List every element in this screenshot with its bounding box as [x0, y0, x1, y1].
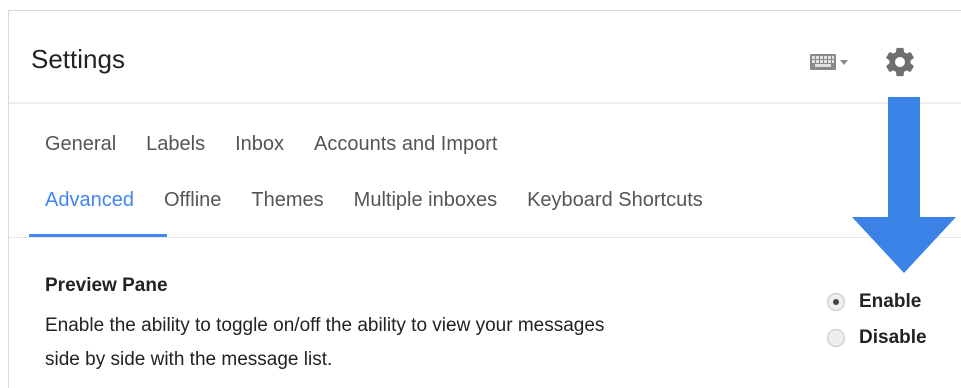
input-tools-button[interactable]	[809, 49, 849, 75]
caret-down-icon	[840, 60, 848, 65]
arrow-down-icon	[852, 97, 956, 273]
tab-themes[interactable]: Themes	[243, 189, 331, 212]
page-title: Settings	[31, 44, 125, 74]
preview-pane-title: Preview Pane	[45, 275, 168, 296]
tab-keyboard-shortcuts[interactable]: Keyboard Shortcuts	[519, 189, 711, 212]
tab-inbox[interactable]: Inbox	[227, 133, 292, 156]
tabs-divider	[9, 237, 961, 238]
disable-label: Disable	[859, 327, 927, 348]
enable-radio-option[interactable]: Enable	[827, 291, 921, 313]
settings-panel: Settings General Labels Inbox Accounts a…	[8, 10, 961, 388]
header-divider	[9, 102, 961, 104]
keyboard-icon	[810, 54, 848, 70]
settings-tabs-row-1: General Labels Inbox Accounts and Import	[45, 133, 519, 156]
disable-radio[interactable]	[827, 329, 845, 347]
tab-multiple-inboxes[interactable]: Multiple inboxes	[346, 189, 505, 212]
tab-general[interactable]: General	[45, 133, 124, 156]
tab-offline[interactable]: Offline	[156, 189, 229, 212]
settings-tabs-row-2: Advanced Offline Themes Multiple inboxes…	[45, 189, 725, 212]
disable-radio-option[interactable]: Disable	[827, 327, 927, 349]
preview-pane-description: Enable the ability to toggle on/off the …	[45, 315, 605, 370]
tab-labels[interactable]: Labels	[138, 133, 213, 156]
enable-radio[interactable]	[827, 293, 845, 311]
enable-label: Enable	[859, 291, 922, 312]
settings-header: Settings	[9, 11, 961, 104]
tab-advanced[interactable]: Advanced	[45, 189, 142, 212]
tab-accounts-and-import[interactable]: Accounts and Import	[306, 133, 505, 156]
gear-icon	[886, 47, 914, 77]
settings-gear-button[interactable]	[883, 45, 917, 79]
